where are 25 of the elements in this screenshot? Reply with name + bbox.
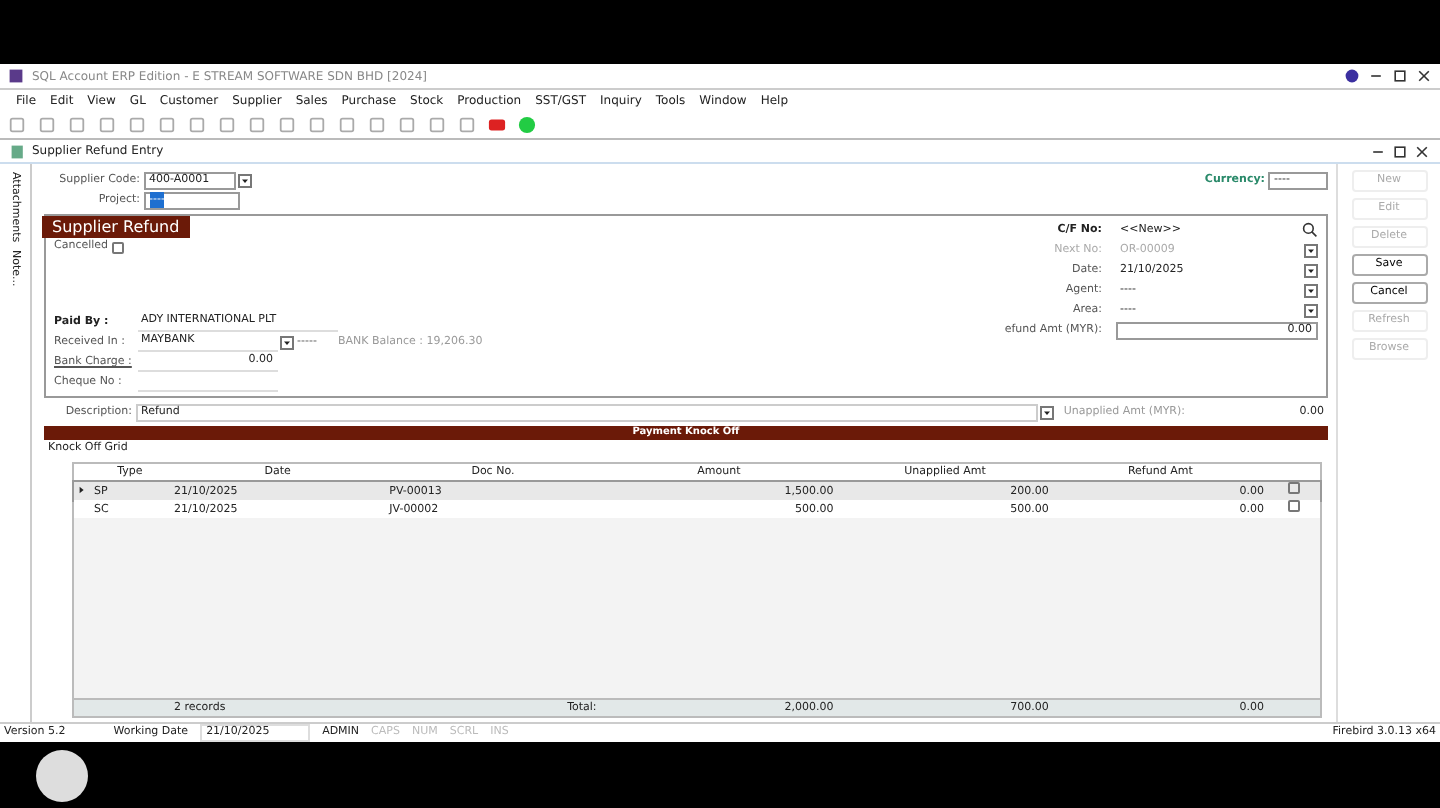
cancelled-checkbox[interactable] <box>111 241 124 253</box>
close-icon[interactable] <box>1414 143 1430 159</box>
row-checkbox[interactable] <box>1288 500 1300 513</box>
row-checkbox[interactable] <box>1288 482 1300 495</box>
restore-icon[interactable] <box>1392 68 1408 84</box>
section-title: Supplier Refund <box>42 216 190 238</box>
avatar-placeholder <box>36 750 88 802</box>
dropdown-button[interactable] <box>238 173 252 187</box>
caret-icon <box>240 175 250 185</box>
close-icon[interactable] <box>1416 68 1432 84</box>
caret-icon <box>1042 407 1053 417</box>
dropdown-button[interactable] <box>280 335 294 349</box>
search-icon[interactable] <box>1302 222 1318 238</box>
dropdown-button[interactable] <box>1040 405 1055 419</box>
dropdown-button[interactable] <box>1304 243 1318 257</box>
restore-icon[interactable] <box>1392 143 1408 159</box>
chat-icon[interactable] <box>518 115 536 133</box>
caret-icon <box>282 337 292 347</box>
dropdown-button[interactable] <box>1304 303 1318 317</box>
row-pointer-icon <box>78 486 86 495</box>
dropdown-button[interactable] <box>1304 263 1318 277</box>
app-icon <box>8 68 24 84</box>
dropdown-button[interactable] <box>1304 283 1318 297</box>
form-icon <box>10 143 26 159</box>
video-icon[interactable] <box>488 115 506 133</box>
